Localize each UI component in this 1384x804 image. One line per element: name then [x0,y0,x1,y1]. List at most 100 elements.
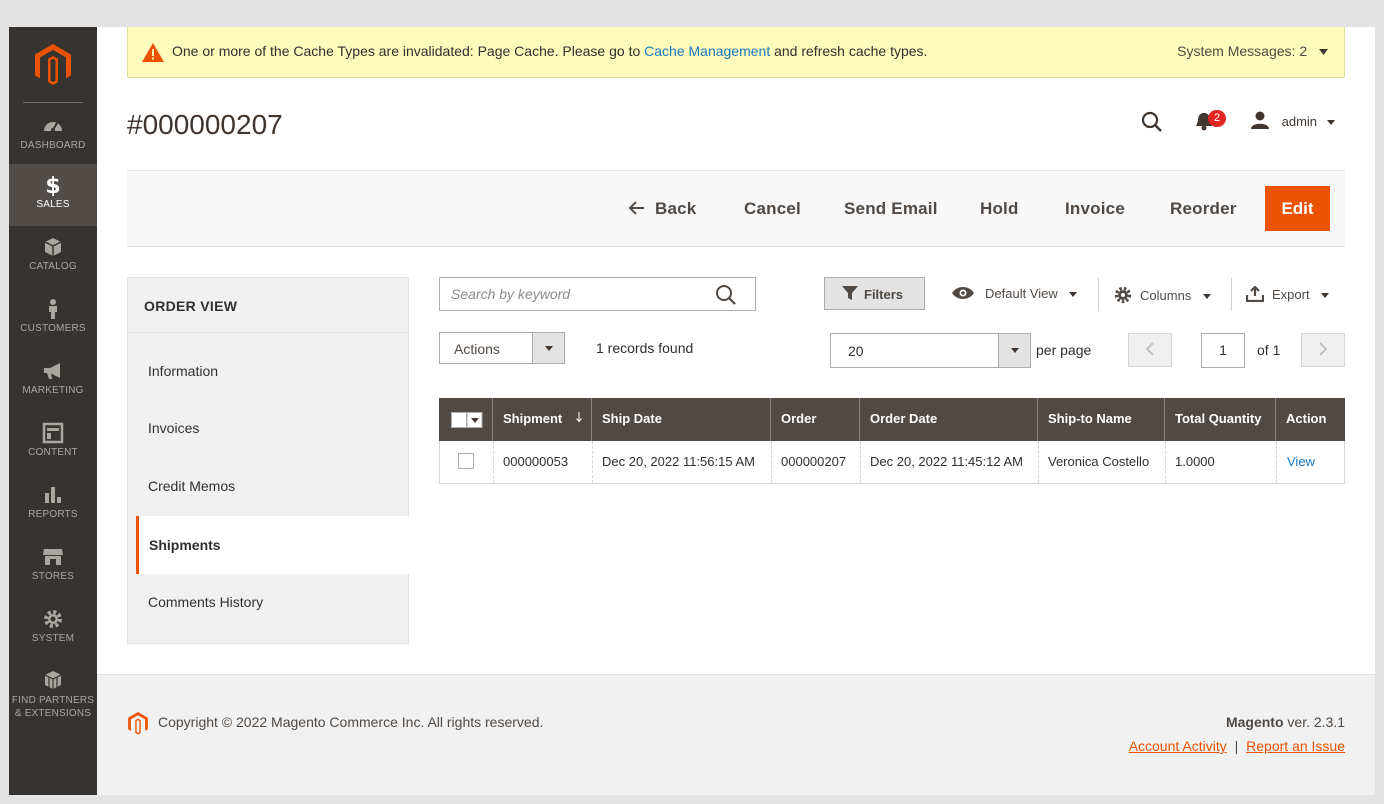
toolbar-divider [1098,278,1099,311]
column-header-shipment[interactable]: Shipment [492,398,592,441]
sidebar-item-label: DASHBOARD [20,140,86,151]
mass-actions-select[interactable]: Actions [439,332,565,364]
per-page-select[interactable]: 20 [830,333,1031,368]
column-header-order-date[interactable]: Order Date [859,398,1038,441]
search-placeholder: Search by keyword [451,286,571,302]
dollar-icon: $ [45,174,60,196]
nav-divider [128,332,408,333]
system-messages-toggle[interactable]: System Messages: 2 [1177,43,1328,59]
sidebar-item-reports[interactable]: REPORTS [9,474,97,536]
chevron-down-icon [1319,49,1328,56]
chevron-down-icon [1326,120,1335,126]
shipments-grid: Shipment Ship Date Order Order Date Ship… [439,398,1345,484]
sidebar-item-catalog[interactable]: CATALOG [9,226,97,288]
page-title: #000000207 [127,109,283,140]
sidebar-item-sales[interactable]: $ SALES [9,164,97,226]
order-actions-toolbar: Back Cancel Send Email Hold Invoice Reor… [127,170,1345,247]
table-row[interactable]: 000000053 Dec 20, 2022 11:56:15 AM 00000… [439,441,1345,484]
magento-logo-icon[interactable] [128,712,148,735]
boxes-icon [44,671,62,689]
keyword-search-input[interactable]: Search by keyword [439,277,756,311]
sidebar-item-label: STORES [31,571,75,582]
cache-management-link[interactable]: Cache Management [644,43,770,59]
back-button[interactable]: Back [628,199,696,219]
sidebar-item-label: CONTENT [28,447,78,458]
tab-credit-memos[interactable]: Credit Memos [148,478,235,494]
edit-button[interactable]: Edit [1265,186,1330,231]
user-icon [1251,111,1269,129]
cell-ship-to-name: Veronica Costello [1038,441,1165,483]
column-header-ship-to-name[interactable]: Ship-to Name [1037,398,1165,441]
gear-icon [44,610,62,628]
export-icon [1245,285,1265,303]
filter-icon [842,286,858,300]
layout-icon [42,422,64,444]
tab-shipments[interactable]: Shipments [136,516,410,574]
admin-user-menu[interactable]: admin [1250,111,1335,129]
per-page-label: per page [1036,342,1092,358]
report-issue-link[interactable]: Report an Issue [1246,738,1345,754]
export-dropdown[interactable]: Export [1245,285,1330,303]
sidebar-item-customers[interactable]: CUSTOMERS [9,288,97,350]
default-view-dropdown[interactable]: Default View [951,286,1078,301]
cell-shipment: 000000053 [493,441,592,483]
invoice-button[interactable]: Invoice [1065,199,1125,219]
sidebar-item-label: CUSTOMERS [20,323,86,334]
prev-page-button[interactable] [1128,333,1172,367]
box-icon [44,238,62,256]
admin-frame: DASHBOARD $ SALES CATALOG CUSTOMERS MARK… [9,27,1375,795]
sidebar-item-find-partners[interactable]: FIND PARTNERS & EXTENSIONS [9,660,97,730]
row-checkbox[interactable] [440,441,493,483]
cell-ship-date: Dec 20, 2022 11:56:15 AM [592,441,771,483]
tab-comments-history[interactable]: Comments History [148,594,263,610]
sidebar-item-dashboard[interactable]: DASHBOARD [9,105,97,167]
search-icon[interactable] [715,284,737,306]
sidebar-item-stores[interactable]: STORES [9,536,97,598]
footer-links: Account Activity | Report an Issue [1128,738,1345,754]
sidebar-item-content[interactable]: CONTENT [9,412,97,474]
send-email-button[interactable]: Send Email [844,199,938,219]
page-number-input[interactable]: 1 [1201,333,1245,368]
sidebar-item-label: FIND PARTNERS [11,695,95,706]
version-info: Magento ver. 2.3.1 [1225,714,1345,730]
search-icon[interactable] [1141,111,1163,133]
columns-dropdown[interactable]: Columns [1114,286,1211,304]
checkbox-icon [458,453,474,469]
chevron-right-icon [1319,342,1328,356]
cache-notice: One or more of the Cache Types are inval… [127,27,1345,78]
chevron-down-icon [1069,292,1078,298]
svg-text:$: $ [45,174,60,196]
magento-logo-icon[interactable] [35,44,71,86]
sidebar-item-label: MARKETING [22,385,84,396]
chevron-down-icon [532,333,564,363]
tab-invoices[interactable]: Invoices [148,420,199,436]
grid-header-row: Shipment Ship Date Order Order Date Ship… [439,398,1345,441]
cancel-button[interactable]: Cancel [744,199,801,219]
records-count: 1 records found [596,340,694,356]
sidebar-divider [23,102,83,103]
chevron-down-icon [998,334,1030,367]
sidebar-item-marketing[interactable]: MARKETING [9,350,97,412]
reorder-button[interactable]: Reorder [1170,199,1237,219]
chevron-down-icon [1202,294,1211,300]
checkbox-dropdown-icon [451,412,483,428]
bar-chart-icon [45,487,61,503]
cell-total-quantity: 1.0000 [1165,441,1276,483]
column-header-order[interactable]: Order [770,398,860,441]
select-all-checkbox[interactable] [439,398,493,441]
account-activity-link[interactable]: Account Activity [1129,738,1227,754]
warning-icon [142,43,164,62]
megaphone-icon [44,363,60,379]
view-link[interactable]: View [1287,454,1315,469]
sidebar-item-system[interactable]: SYSTEM [9,598,97,660]
column-header-ship-date[interactable]: Ship Date [591,398,771,441]
next-page-button[interactable] [1301,333,1345,367]
column-header-total-quantity[interactable]: Total Quantity [1164,398,1276,441]
sidebar-item-label: CATALOG [29,261,77,272]
arrow-left-icon [628,201,644,215]
gear-icon [1114,286,1132,304]
filters-button[interactable]: Filters [824,277,925,310]
hold-button[interactable]: Hold [980,199,1019,219]
tab-information[interactable]: Information [148,363,218,379]
page-total: of 1 [1257,342,1281,358]
